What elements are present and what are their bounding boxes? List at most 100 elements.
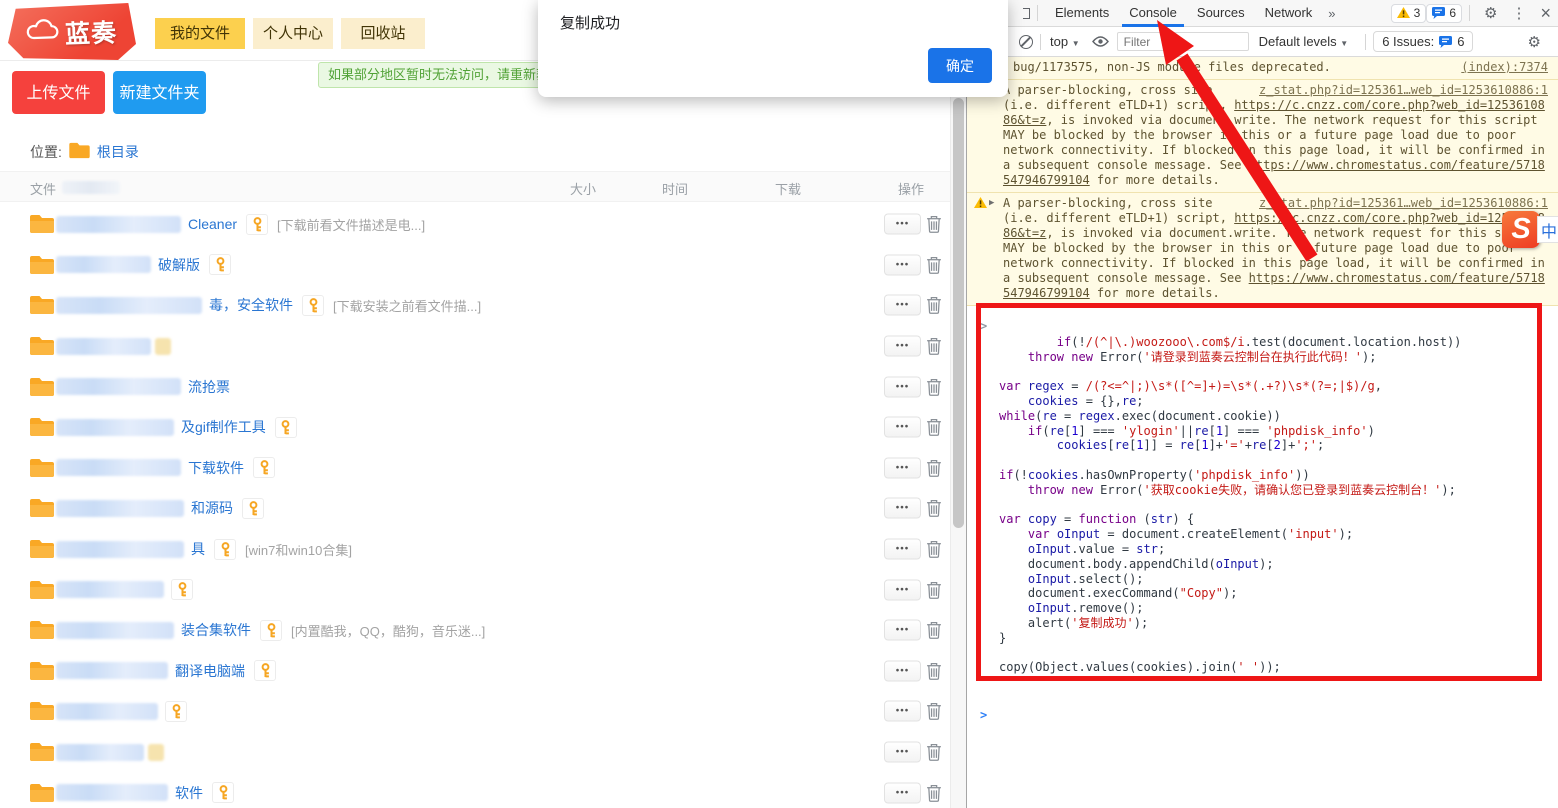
upload-button[interactable]: 上传文件 bbox=[12, 71, 105, 114]
more-actions-button[interactable]: ••• bbox=[884, 660, 921, 681]
file-name-link[interactable]: 软件 bbox=[175, 783, 203, 803]
more-actions-button[interactable]: ••• bbox=[884, 417, 921, 438]
table-row[interactable]: 具[win7和win10合集]••• bbox=[0, 529, 950, 570]
console-source-link[interactable]: (index):7374 bbox=[1461, 60, 1548, 75]
delete-icon[interactable] bbox=[926, 337, 942, 355]
table-row[interactable]: 破解版 ••• bbox=[0, 245, 950, 286]
more-actions-button[interactable]: ••• bbox=[884, 701, 921, 722]
table-row[interactable]: ••• bbox=[0, 691, 950, 732]
delete-icon[interactable] bbox=[926, 418, 942, 436]
delete-icon[interactable] bbox=[926, 702, 942, 720]
tab-personal-center[interactable]: 个人中心 bbox=[253, 18, 333, 49]
table-row[interactable]: 下载软件 ••• bbox=[0, 448, 950, 489]
table-row[interactable]: Cleaner[下载前看文件描述是电...]••• bbox=[0, 204, 950, 245]
live-expression-eye-icon[interactable] bbox=[1092, 36, 1109, 47]
delete-icon[interactable] bbox=[926, 662, 942, 680]
tab-network[interactable]: Network bbox=[1255, 0, 1323, 27]
tab-my-files[interactable]: 我的文件 bbox=[155, 18, 245, 49]
settings-gear-icon[interactable]: ⚙ bbox=[1477, 4, 1504, 22]
file-name-link[interactable]: 翻译电脑端 bbox=[175, 661, 245, 681]
context-selector[interactable]: top ▼ bbox=[1050, 34, 1080, 49]
new-folder-button[interactable]: 新建文件夹 bbox=[113, 71, 206, 114]
more-actions-button[interactable]: ••• bbox=[884, 579, 921, 600]
console-prompt[interactable]: > bbox=[967, 707, 1558, 727]
delete-icon[interactable] bbox=[926, 621, 942, 639]
delete-icon[interactable] bbox=[926, 540, 942, 558]
warning-badge[interactable]: 3 bbox=[1391, 4, 1427, 23]
file-name-link[interactable]: 和源码 bbox=[191, 498, 233, 518]
tab-console[interactable]: Console bbox=[1119, 0, 1187, 27]
table-row[interactable]: 毒，安全软件[下载安装之前看文件描...]••• bbox=[0, 285, 950, 326]
more-actions-button[interactable]: ••• bbox=[884, 376, 921, 397]
table-row[interactable]: 翻译电脑端 ••• bbox=[0, 651, 950, 692]
more-actions-button[interactable]: ••• bbox=[884, 457, 921, 478]
more-actions-button[interactable]: ••• bbox=[884, 336, 921, 357]
delete-icon[interactable] bbox=[926, 459, 942, 477]
table-row[interactable]: ••• bbox=[0, 732, 950, 773]
more-actions-button[interactable]: ••• bbox=[884, 295, 921, 316]
page-scrollbar[interactable] bbox=[950, 0, 966, 808]
table-row[interactable]: 软件 ••• bbox=[0, 772, 950, 808]
clear-console-icon[interactable] bbox=[1019, 35, 1033, 49]
file-name-link[interactable]: 具 bbox=[191, 539, 205, 559]
delete-icon[interactable] bbox=[926, 296, 942, 314]
console-source-link[interactable]: z_stat.php?id=125361…web_id=1253610886:1 bbox=[1259, 196, 1548, 211]
delete-icon[interactable] bbox=[926, 378, 942, 396]
delete-icon[interactable] bbox=[926, 784, 942, 802]
close-devtools-icon[interactable]: × bbox=[1533, 4, 1558, 22]
more-actions-button[interactable]: ••• bbox=[884, 498, 921, 519]
table-row[interactable]: ••• bbox=[0, 326, 950, 367]
filter-input[interactable] bbox=[1117, 32, 1249, 51]
column-downloads[interactable]: 下载 bbox=[775, 179, 801, 198]
expand-arrow-icon[interactable]: ▶ bbox=[989, 196, 994, 211]
file-name-link[interactable]: 下载软件 bbox=[188, 458, 244, 478]
folder-icon bbox=[30, 377, 54, 397]
more-actions-button[interactable]: ••• bbox=[884, 620, 921, 641]
password-key-icon bbox=[260, 620, 282, 641]
file-name-link[interactable]: 及gif制作工具 bbox=[181, 417, 266, 437]
console-source-link[interactable]: z_stat.php?id=125361…web_id=1253610886:1 bbox=[1259, 83, 1548, 98]
issues-button[interactable]: 6 Issues: 6 bbox=[1373, 31, 1473, 52]
more-tabs-icon[interactable]: » bbox=[1322, 6, 1341, 21]
file-name-link[interactable]: 装合集软件 bbox=[181, 620, 251, 640]
scrollbar-thumb[interactable] bbox=[953, 98, 964, 528]
kebab-menu-icon[interactable]: ⋮ bbox=[1504, 4, 1533, 22]
site-logo[interactable]: 蓝奏 bbox=[8, 3, 136, 60]
delete-icon[interactable] bbox=[926, 499, 942, 517]
table-row[interactable]: 装合集软件[内置酷我，QQ，酷狗，音乐迷...]••• bbox=[0, 610, 950, 651]
more-actions-button[interactable]: ••• bbox=[884, 782, 921, 803]
sogou-logo-icon[interactable]: S bbox=[1502, 211, 1540, 248]
more-actions-button[interactable]: ••• bbox=[884, 742, 921, 763]
file-name-link[interactable]: 破解版 bbox=[158, 255, 200, 275]
file-name-link[interactable]: 毒，安全软件 bbox=[209, 295, 293, 315]
delete-icon[interactable] bbox=[926, 256, 942, 274]
more-actions-button[interactable]: ••• bbox=[884, 539, 921, 560]
more-actions-button[interactable]: ••• bbox=[884, 214, 921, 235]
delete-icon[interactable] bbox=[926, 743, 942, 761]
dialog-ok-button[interactable]: 确定 bbox=[928, 48, 992, 83]
tab-elements[interactable]: Elements bbox=[1045, 0, 1119, 27]
table-row[interactable]: ••• bbox=[0, 569, 950, 610]
table-row[interactable]: 及gif制作工具 ••• bbox=[0, 407, 950, 448]
messages-badge[interactable]: 6 bbox=[1426, 4, 1462, 23]
column-filename[interactable]: 文件 bbox=[30, 179, 56, 198]
table-row[interactable]: 流抢票 ••• bbox=[0, 366, 950, 407]
tab-sources[interactable]: Sources bbox=[1187, 0, 1255, 27]
file-name-link[interactable]: 流抢票 bbox=[188, 377, 230, 397]
root-directory-link[interactable]: 根目录 bbox=[97, 142, 139, 162]
folder-icon bbox=[30, 214, 54, 234]
column-size[interactable]: 大小 bbox=[570, 179, 596, 198]
log-levels-dropdown[interactable]: Default levels ▼ bbox=[1259, 34, 1349, 49]
folder-icon bbox=[30, 336, 54, 356]
device-toolbar-icon[interactable] bbox=[1023, 8, 1030, 19]
delete-icon[interactable] bbox=[926, 581, 942, 599]
file-name-link[interactable]: Cleaner bbox=[188, 216, 237, 232]
tab-recycle-bin[interactable]: 回收站 bbox=[341, 18, 425, 49]
column-time[interactable]: 时间 bbox=[662, 179, 688, 198]
ime-indicator[interactable]: S 中 bbox=[1502, 211, 1558, 248]
console-settings-gear-icon[interactable]: ⚙ bbox=[1521, 33, 1548, 51]
delete-icon[interactable] bbox=[926, 215, 942, 233]
table-row[interactable]: 和源码 ••• bbox=[0, 488, 950, 529]
ime-language-badge[interactable]: 中 bbox=[1537, 216, 1558, 243]
more-actions-button[interactable]: ••• bbox=[884, 254, 921, 275]
